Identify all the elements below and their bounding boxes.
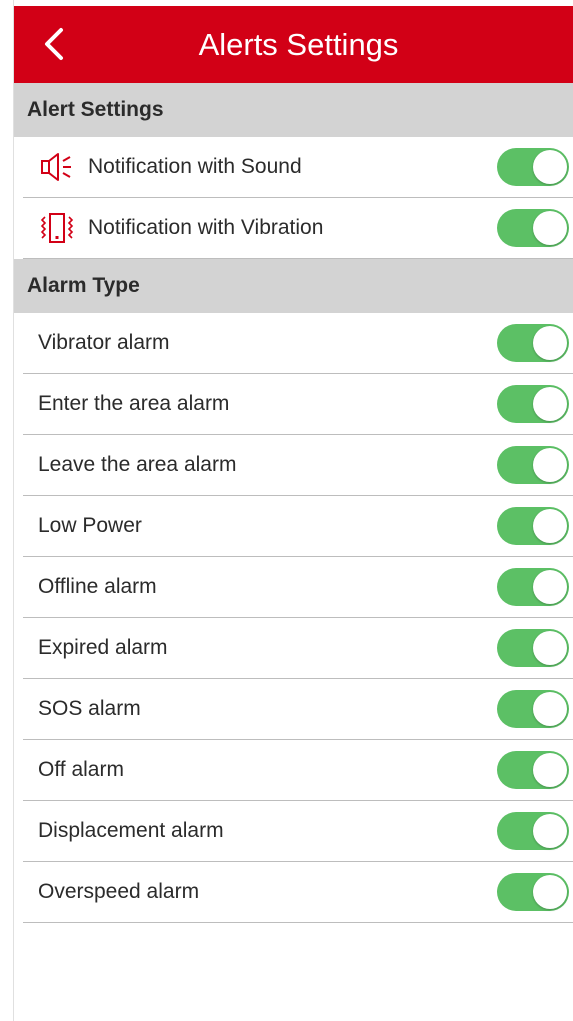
alarm-row-displacement: Displacement alarm — [23, 801, 573, 862]
section-header-alarm-type: Alarm Type — [14, 259, 573, 313]
vibration-icon — [37, 208, 77, 248]
off-alarm-toggle[interactable] — [497, 751, 569, 789]
expired-alarm-toggle[interactable] — [497, 629, 569, 667]
alarm-row-expired: Expired alarm — [23, 618, 573, 679]
alarm-label: Overspeed alarm — [38, 880, 200, 903]
alarm-row-overspeed: Overspeed alarm — [23, 862, 573, 923]
toggle-knob — [533, 387, 567, 421]
overspeed-alarm-toggle[interactable] — [497, 873, 569, 911]
alarm-row-enter-area: Enter the area alarm — [23, 374, 573, 435]
alarm-label: Offline alarm — [38, 575, 157, 598]
alarm-label: Leave the area alarm — [38, 453, 237, 476]
displacement-alarm-toggle[interactable] — [497, 812, 569, 850]
alarm-label: SOS alarm — [38, 697, 141, 720]
setting-row-sound: Notification with Sound — [23, 137, 573, 198]
low-power-toggle[interactable] — [497, 507, 569, 545]
toggle-knob — [533, 326, 567, 360]
alarm-label: Enter the area alarm — [38, 392, 230, 415]
alarm-row-offline: Offline alarm — [23, 557, 573, 618]
speaker-icon — [37, 147, 77, 187]
toggle-knob — [533, 875, 567, 909]
enter-area-alarm-toggle[interactable] — [497, 385, 569, 423]
alerts-settings-screen: Alerts Settings Alert Settings Notificat… — [13, 0, 573, 1021]
toggle-knob — [533, 631, 567, 665]
toggle-knob — [533, 509, 567, 543]
alarm-label: Off alarm — [38, 758, 124, 781]
alarm-label: Vibrator alarm — [38, 331, 170, 354]
alarm-row-low-power: Low Power — [23, 496, 573, 557]
setting-row-vibration: Notification with Vibration — [23, 198, 573, 259]
setting-label: Notification with Sound — [88, 155, 302, 178]
toggle-knob — [533, 150, 567, 184]
leave-area-alarm-toggle[interactable] — [497, 446, 569, 484]
page-title: Alerts Settings — [198, 27, 399, 62]
sound-toggle[interactable] — [497, 148, 569, 186]
alarm-row-vibrator: Vibrator alarm — [23, 313, 573, 374]
alarm-row-sos: SOS alarm — [23, 679, 573, 740]
offline-alarm-toggle[interactable] — [497, 568, 569, 606]
alarm-row-off: Off alarm — [23, 740, 573, 801]
toggle-knob — [533, 753, 567, 787]
toggle-knob — [533, 570, 567, 604]
setting-label: Notification with Vibration — [88, 216, 324, 239]
sos-alarm-toggle[interactable] — [497, 690, 569, 728]
section-header-alert-settings: Alert Settings — [14, 83, 573, 137]
toggle-knob — [533, 448, 567, 482]
toggle-knob — [533, 211, 567, 245]
toggle-knob — [533, 814, 567, 848]
alarm-label: Displacement alarm — [38, 819, 224, 842]
alarm-label: Low Power — [38, 514, 142, 537]
alarm-label: Expired alarm — [38, 636, 168, 659]
vibrator-alarm-toggle[interactable] — [497, 324, 569, 362]
vibration-toggle[interactable] — [497, 209, 569, 247]
app-header: Alerts Settings — [14, 6, 573, 83]
toggle-knob — [533, 692, 567, 726]
alarm-row-leave-area: Leave the area alarm — [23, 435, 573, 496]
